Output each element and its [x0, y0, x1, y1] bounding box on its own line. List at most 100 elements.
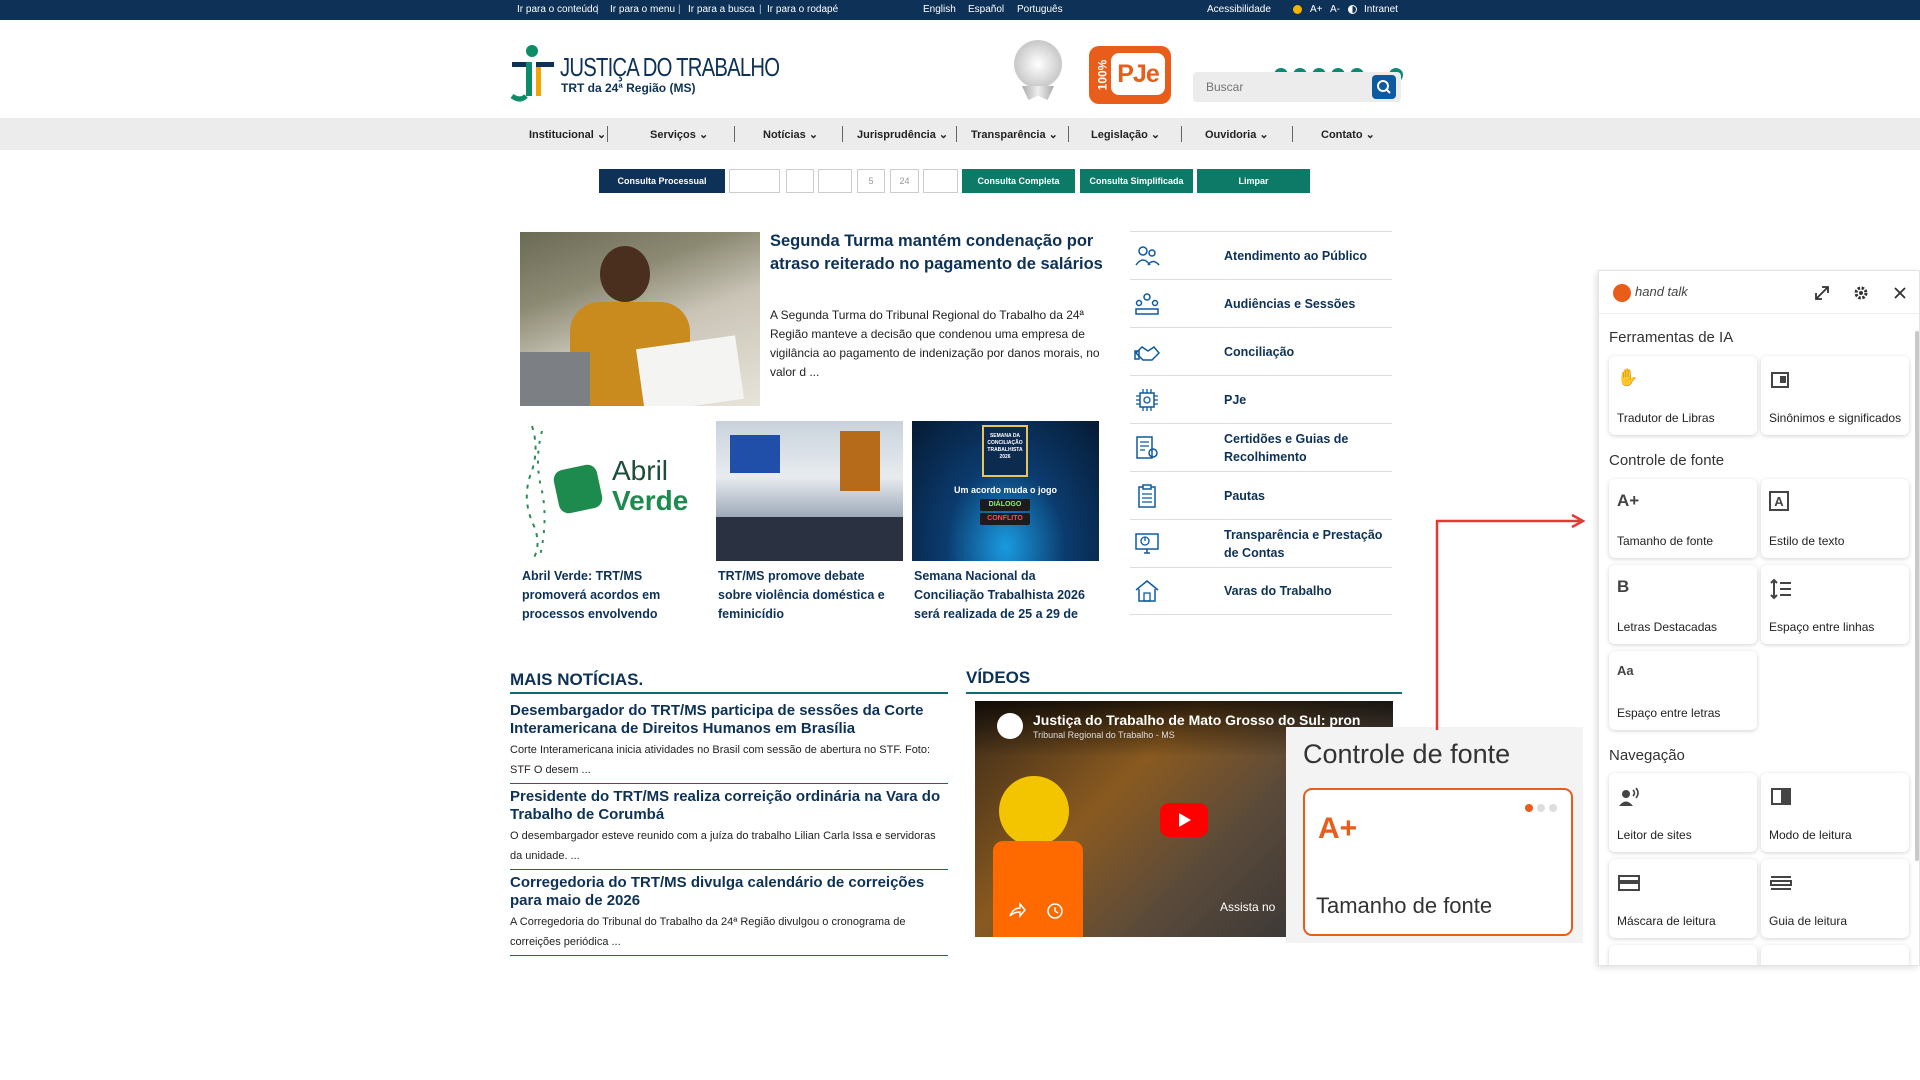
nav-legislacao[interactable]: Legislação ⌄	[1091, 128, 1160, 141]
share-icon[interactable]	[1007, 901, 1027, 921]
section-title: MAIS NOTÍCIAS.	[510, 670, 644, 689]
service-item[interactable]: Atendimento ao Público	[1130, 231, 1392, 279]
video-title[interactable]: Justiça do Trabalho de Mato Grosso do Su…	[1033, 712, 1360, 728]
close-icon[interactable]	[1892, 285, 1908, 301]
tile-mascara-leitura[interactable]: Máscara de leitura	[1609, 859, 1757, 938]
featured-news-title[interactable]: Segunda Turma mantém condenação por atra…	[770, 230, 1110, 276]
tile-more[interactable]	[1609, 945, 1757, 965]
tile-leitor-sites[interactable]: Leitor de sites	[1609, 773, 1757, 852]
debate-event-image[interactable]	[716, 421, 903, 561]
contrast-icon[interactable]	[1348, 5, 1357, 14]
lang-espanol-link[interactable]: Español	[968, 4, 1004, 15]
lang-english-link[interactable]: English	[923, 4, 956, 15]
nav-institucional[interactable]: Institucional ⌄	[529, 128, 606, 141]
tile-sinonimos[interactable]: Sinônimos e significados	[1761, 356, 1909, 435]
skip-to-menu-link[interactable]: Ir para o menu	[610, 4, 675, 15]
list-item[interactable]: Desembargador do TRT/MS participa de ses…	[510, 702, 948, 784]
service-item[interactable]: Varas do Trabalho	[1130, 567, 1392, 615]
consulta-processual-label: Consulta Processual	[599, 169, 725, 193]
bold-letter-icon: B	[1617, 577, 1630, 596]
channel-avatar[interactable]	[997, 713, 1023, 739]
scrollbar[interactable]	[1915, 331, 1919, 861]
monitor-chart-icon	[1135, 532, 1159, 554]
tile-letras-destacadas[interactable]: B Letras Destacadas	[1609, 565, 1757, 644]
tile-modo-leitura[interactable]: Modo de leitura	[1761, 773, 1909, 852]
lang-portugues-link[interactable]: Português	[1017, 4, 1063, 15]
nav-contato[interactable]: Contato ⌄	[1321, 128, 1375, 141]
play-icon	[1179, 813, 1191, 827]
service-item[interactable]: Pautas	[1130, 471, 1392, 519]
abril-verde-image[interactable]: Abril Verde	[520, 421, 710, 561]
list-item[interactable]: Presidente do TRT/MS realiza correição o…	[510, 788, 948, 870]
chevron-down-icon: ⌄	[938, 129, 949, 141]
search-input[interactable]	[1193, 72, 1369, 102]
section-title: Controle de fonte	[1609, 452, 1725, 469]
service-item[interactable]: PJe	[1130, 375, 1392, 423]
consulta-simplificada-button[interactable]: Consulta Simplificada	[1080, 169, 1193, 193]
videos-header: VÍDEOS	[966, 668, 1402, 694]
tile-espaco-letras[interactable]: Aa Espaço entre letras	[1609, 651, 1757, 730]
service-item[interactable]: Conciliação	[1130, 327, 1392, 375]
featured-news-image[interactable]	[520, 232, 760, 406]
tile-guia-leitura[interactable]: Guia de leitura	[1761, 859, 1909, 938]
expand-icon[interactable]	[1813, 284, 1831, 302]
tile-espaco-linhas[interactable]: Espaço entre linhas	[1761, 565, 1909, 644]
gear-icon[interactable]	[1852, 284, 1870, 302]
chevron-down-icon: ⌄	[1365, 129, 1375, 141]
service-item[interactable]: Transparência e Prestação de Contas	[1130, 519, 1392, 567]
mask-icon	[1618, 875, 1640, 891]
carousel-dot-active	[1525, 804, 1533, 812]
clipboard-icon	[1138, 483, 1156, 508]
chevron-down-icon: ⌄	[1150, 129, 1161, 141]
callout-font-size-tile: A+ Tamanho de fonte	[1303, 788, 1573, 936]
service-item[interactable]: Certidões e Guias de Recolhimento	[1130, 423, 1392, 471]
font-decrease-link[interactable]: A-	[1330, 4, 1340, 15]
list-item[interactable]: Corregedoria do TRT/MS divulga calendári…	[510, 874, 948, 956]
process-number-field[interactable]	[729, 169, 780, 193]
chevron-down-icon: ⌄	[698, 129, 709, 141]
tile-tamanho-fonte[interactable]: A+ Tamanho de fonte	[1609, 479, 1757, 558]
play-button[interactable]	[1160, 803, 1208, 837]
process-year-field[interactable]	[818, 169, 852, 193]
font-increase-link[interactable]: A+	[1310, 4, 1323, 15]
handtalk-logo-icon	[1613, 284, 1631, 302]
callout-title: Controle de fonte	[1303, 739, 1511, 769]
tile-more[interactable]	[1761, 945, 1909, 965]
news-card-title[interactable]: Semana Nacional da Conciliação Trabalhis…	[914, 567, 1098, 624]
watch-on-youtube[interactable]: Assista no	[1220, 900, 1275, 914]
seal-medal-icon	[1014, 40, 1062, 88]
tile-estilo-texto[interactable]: A Estilo de texto	[1761, 479, 1909, 558]
process-origin-field[interactable]	[923, 169, 958, 193]
service-item[interactable]: Audiências e Sessões	[1130, 279, 1392, 327]
accessibility-link[interactable]: Acessibilidade	[1207, 4, 1271, 15]
nav-servicos[interactable]: Serviços ⌄	[650, 128, 708, 141]
conciliacao-week-image[interactable]: SEMANA DA CONCILIAÇÃO TRABALHISTA 2026 Um a…	[912, 421, 1099, 561]
skip-to-footer-link[interactable]: Ir para o rodapé	[767, 4, 838, 15]
process-region-field[interactable]: 24	[890, 169, 919, 193]
sign-hands-icon: ✋	[1617, 368, 1639, 387]
search-icon	[1377, 80, 1391, 94]
limpar-button[interactable]: Limpar	[1197, 169, 1310, 193]
chip-icon	[1136, 388, 1158, 411]
section-title: VÍDEOS	[966, 668, 1031, 687]
intranet-link[interactable]: Intranet	[1364, 4, 1398, 15]
font-size-icon: A+	[1318, 812, 1358, 845]
news-card-title[interactable]: TRT/MS promove debate sobre violência do…	[718, 567, 898, 624]
nav-ouvidoria[interactable]: Ouvidoria ⌄	[1205, 128, 1269, 141]
nav-jurisprudencia[interactable]: Jurisprudência ⌄	[857, 128, 948, 141]
skip-to-search-link[interactable]: Ir para a busca	[688, 4, 755, 15]
font-size-icon: A+	[1617, 491, 1640, 510]
search-button[interactable]	[1372, 75, 1396, 99]
nav-transparencia[interactable]: Transparência ⌄	[971, 128, 1058, 141]
watch-later-icon[interactable]	[1045, 901, 1065, 921]
justica-logo-icon[interactable]	[510, 44, 556, 104]
skip-to-content-link[interactable]: Ir para o conteúdo	[517, 4, 598, 15]
process-digit-field[interactable]	[786, 169, 814, 193]
news-card-title[interactable]: Abril Verde: TRT/MS promoverá acordos em…	[522, 567, 708, 624]
process-justice-field[interactable]: 5	[857, 169, 885, 193]
featured-news-summary: A Segunda Turma do Tribunal Regional do …	[770, 308, 1100, 379]
pje-100-badge[interactable]: 100% PJe	[1089, 46, 1171, 104]
consulta-completa-button[interactable]: Consulta Completa	[962, 169, 1075, 193]
tile-tradutor-libras[interactable]: ✋ Tradutor de Libras	[1609, 356, 1757, 435]
nav-noticias[interactable]: Notícias ⌄	[763, 128, 818, 141]
